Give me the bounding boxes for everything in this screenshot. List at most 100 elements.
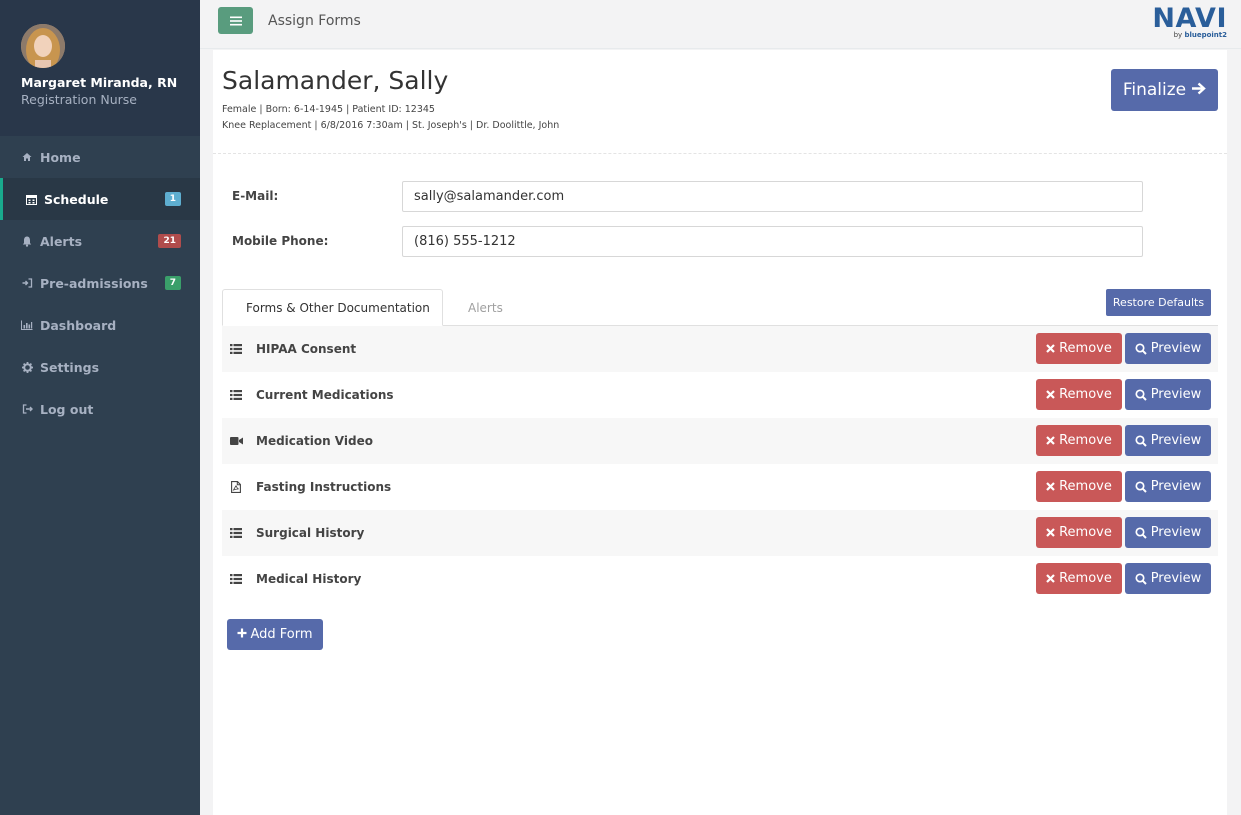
pre-admissions-count-badge: 7 <box>164 276 181 290</box>
list-item: Medication Video Remove Preview <box>222 418 1218 464</box>
remove-label: Remove <box>1059 433 1112 448</box>
page-title: Assign Forms <box>268 13 361 29</box>
list-item: Fasting Instructions Remove Preview <box>222 464 1218 510</box>
alerts-count-badge: 21 <box>158 234 181 248</box>
mobile-phone-field[interactable] <box>402 226 1143 257</box>
tab-bar: Forms & Other Documentation Alerts <box>222 289 1218 326</box>
bell-icon <box>20 236 34 247</box>
plus-icon <box>237 627 247 642</box>
preview-button[interactable]: Preview <box>1125 563 1211 594</box>
remove-label: Remove <box>1059 341 1112 356</box>
search-icon <box>1135 434 1147 447</box>
remove-label: Remove <box>1059 387 1112 402</box>
sidebar-item-label: Alerts <box>40 233 83 249</box>
remove-button[interactable]: Remove <box>1036 517 1122 548</box>
preview-button[interactable]: Preview <box>1125 471 1211 502</box>
restore-defaults-button[interactable]: Restore Defaults <box>1106 289 1211 316</box>
search-icon <box>1135 388 1147 401</box>
mobile-phone-label: Mobile Phone: <box>232 234 329 248</box>
email-label: E-Mail: <box>232 189 279 203</box>
sidebar-item-label: Home <box>40 149 81 165</box>
tab-alerts[interactable]: Alerts <box>468 289 503 326</box>
form-name: HIPAA Consent <box>256 342 357 356</box>
home-icon <box>20 152 34 162</box>
form-name: Medication Video <box>256 434 373 448</box>
remove-button[interactable]: Remove <box>1036 333 1122 364</box>
sidebar-nav: Home Schedule 1 Alerts 21 Pre-admissions… <box>0 136 200 430</box>
email-field[interactable] <box>402 181 1143 212</box>
close-icon <box>1046 528 1055 537</box>
sign-out-icon <box>20 404 34 414</box>
sidebar-item-label: Dashboard <box>40 317 117 333</box>
user-role: Registration Nurse <box>21 92 137 107</box>
remove-label: Remove <box>1059 571 1112 586</box>
list-icon <box>229 526 243 540</box>
finalize-label: Finalize <box>1122 80 1187 100</box>
preview-label: Preview <box>1150 525 1202 540</box>
preview-button[interactable]: Preview <box>1125 379 1211 410</box>
preview-button[interactable]: Preview <box>1125 333 1211 364</box>
sidebar-item-home[interactable]: Home <box>0 136 200 178</box>
patient-header: Salamander, Sally Female | Born: 6-14-19… <box>213 50 1227 154</box>
list-item: Medical History Remove Preview <box>222 556 1218 602</box>
sidebar-item-settings[interactable]: Settings <box>0 346 200 388</box>
sidebar-item-label: Log out <box>40 401 94 417</box>
video-camera-icon <box>229 434 243 448</box>
hamburger-icon <box>229 11 242 30</box>
list-item: HIPAA Consent Remove Preview <box>222 326 1218 372</box>
search-icon <box>1135 572 1147 585</box>
add-form-button[interactable]: Add Form <box>227 619 323 650</box>
sidebar-item-alerts[interactable]: Alerts 21 <box>0 220 200 262</box>
navi-logo: NAVI by bluepoint2 <box>1147 3 1227 43</box>
finalize-button[interactable]: Finalize <box>1111 69 1218 111</box>
sidebar-item-dashboard[interactable]: Dashboard <box>0 304 200 346</box>
calendar-icon <box>24 194 38 205</box>
remove-button[interactable]: Remove <box>1036 563 1122 594</box>
preview-label: Preview <box>1150 479 1202 494</box>
preview-button[interactable]: Preview <box>1125 517 1211 548</box>
sidebar: Margaret Miranda, RN Registration Nurse … <box>0 0 200 815</box>
preview-label: Preview <box>1150 387 1202 402</box>
logo-byline: by bluepoint2 <box>1174 31 1227 39</box>
form-name: Fasting Instructions <box>256 480 392 494</box>
remove-button[interactable]: Remove <box>1036 425 1122 456</box>
patient-procedure-details: Knee Replacement | 6/8/2016 7:30am | St.… <box>222 120 560 131</box>
remove-label: Remove <box>1059 525 1112 540</box>
add-form-label: Add Form <box>250 627 313 642</box>
remove-button[interactable]: Remove <box>1036 379 1122 410</box>
list-item: Current Medications Remove Preview <box>222 372 1218 418</box>
patient-demographics: Female | Born: 6-14-1945 | Patient ID: 1… <box>222 104 435 115</box>
top-bar: Assign Forms NAVI by bluepoint2 <box>200 0 1241 49</box>
arrow-right-icon <box>1191 80 1206 100</box>
preview-label: Preview <box>1150 571 1202 586</box>
sidebar-item-pre-admissions[interactable]: Pre-admissions 7 <box>0 262 200 304</box>
list-item: Surgical History Remove Preview <box>222 510 1218 556</box>
tab-forms-documentation[interactable]: Forms & Other Documentation <box>222 289 443 326</box>
page-gutter <box>1227 50 1241 815</box>
list-icon <box>229 342 243 356</box>
menu-toggle-button[interactable] <box>218 7 253 34</box>
preview-label: Preview <box>1150 341 1202 356</box>
preview-button[interactable]: Preview <box>1125 425 1211 456</box>
user-profile: Margaret Miranda, RN Registration Nurse <box>0 0 200 136</box>
list-icon <box>229 572 243 586</box>
forms-list: HIPAA Consent Remove Preview Current Med… <box>222 326 1218 602</box>
bar-chart-icon <box>20 320 34 330</box>
main-content: Salamander, Sally Female | Born: 6-14-19… <box>213 50 1227 815</box>
close-icon <box>1046 344 1055 353</box>
patient-name: Salamander, Sally <box>222 66 449 95</box>
schedule-count-badge: 1 <box>164 192 181 206</box>
logo-brand: bluepoint2 <box>1184 31 1227 39</box>
remove-button[interactable]: Remove <box>1036 471 1122 502</box>
close-icon <box>1046 574 1055 583</box>
sidebar-item-schedule[interactable]: Schedule 1 <box>0 178 200 220</box>
avatar[interactable] <box>21 24 65 68</box>
sidebar-item-logout[interactable]: Log out <box>0 388 200 430</box>
gear-icon <box>20 361 34 373</box>
close-icon <box>1046 390 1055 399</box>
sidebar-item-label: Pre-admissions <box>40 275 148 291</box>
search-icon <box>1135 526 1147 539</box>
user-name: Margaret Miranda, RN <box>21 75 178 90</box>
sign-in-icon <box>20 278 34 288</box>
form-name: Current Medications <box>256 388 394 402</box>
